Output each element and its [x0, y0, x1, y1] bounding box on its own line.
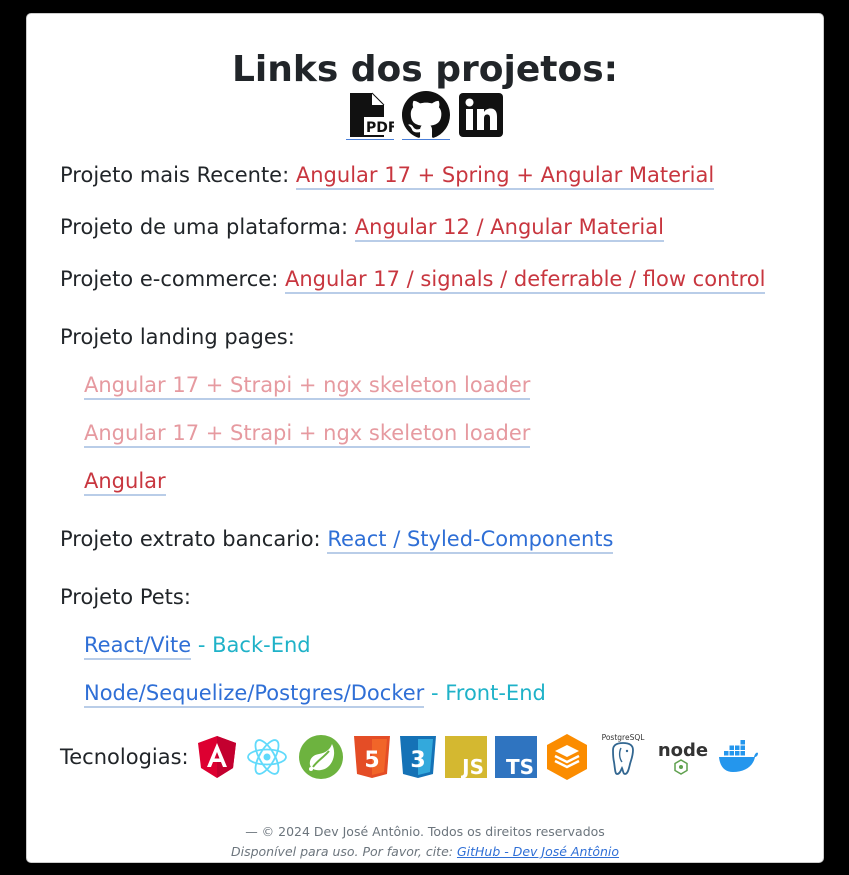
- angular-icon: [197, 735, 237, 779]
- row-pets-label: Projeto Pets:: [60, 582, 191, 612]
- pdf-file-icon: PDF: [346, 91, 394, 139]
- stack-icon: [545, 733, 589, 781]
- row-landing-label: Projeto landing pages:: [60, 322, 295, 352]
- row-extrato: Projeto extrato bancario: React / Styled…: [60, 524, 614, 554]
- html5-icon: 5: [353, 735, 391, 779]
- row-label: Projeto mais Recente:: [60, 163, 290, 187]
- pets-suffix: - Front-End: [430, 681, 546, 705]
- row-label: Projeto e-commerce:: [60, 267, 279, 291]
- row-pets-1: React/Vite - Back-End: [84, 630, 311, 660]
- technologies-row: Tecnologias: 5 3 JS TS PostgreSQL node: [60, 732, 767, 782]
- link-extrato-project[interactable]: React / Styled-Components: [327, 527, 614, 554]
- row-label: Projeto Pets:: [60, 585, 191, 609]
- row-label: Projeto extrato bancario:: [60, 527, 321, 551]
- css3-icon: 3: [399, 735, 437, 779]
- js-label: JS: [460, 755, 484, 778]
- spring-icon: [297, 733, 345, 781]
- row-label: Projeto de uma plataforma:: [60, 215, 349, 239]
- linkedin-icon: [458, 92, 504, 138]
- link-landing-2[interactable]: Angular 17 + Strapi + ngx skeleton loade…: [84, 421, 531, 448]
- row-landing-2: Angular 17 + Strapi + ngx skeleton loade…: [84, 418, 531, 448]
- link-landing-3[interactable]: Angular: [84, 469, 166, 496]
- postgresql-icon: PostgreSQL: [597, 732, 649, 782]
- postgres-label: PostgreSQL: [601, 733, 645, 742]
- link-ecommerce-project[interactable]: Angular 17 / signals / deferrable / flow…: [284, 267, 766, 294]
- page-title: Links dos projetos:: [231, 49, 619, 90]
- link-pets-backend[interactable]: Node/Sequelize/Postgres/Docker: [84, 681, 425, 708]
- row-label: Projeto landing pages:: [60, 325, 295, 349]
- row-platform: Projeto de uma plataforma: Angular 12 / …: [60, 212, 664, 242]
- github-icon: [402, 90, 450, 139]
- row-ecommerce: Projeto e-commerce: Angular 17 / signals…: [60, 264, 766, 294]
- js-icon: JS: [444, 736, 487, 778]
- footer: — © 2024 Dev José Antônio. Todos os dire…: [27, 822, 823, 862]
- copyright: — © 2024 Dev José Antônio. Todos os dire…: [245, 824, 605, 839]
- social-links: PDF: [27, 90, 823, 140]
- react-icon: [245, 735, 289, 779]
- row-recent: Projeto mais Recente: Angular 17 + Sprin…: [60, 160, 715, 190]
- html5-label: 5: [364, 748, 379, 773]
- ts-icon: TS: [494, 736, 537, 778]
- pdf-link[interactable]: PDF: [346, 91, 394, 140]
- row-pets-2: Node/Sequelize/Postgres/Docker - Front-E…: [84, 678, 546, 708]
- link-platform-project[interactable]: Angular 12 / Angular Material: [354, 215, 664, 242]
- row-landing-3: Angular: [84, 466, 166, 496]
- linkedin-link[interactable]: [458, 92, 504, 138]
- citation-prefix: Disponível para uso. Por favor, cite:: [230, 844, 453, 859]
- node-label: node: [657, 740, 707, 761]
- citation: Disponível para uso. Por favor, cite: Gi…: [27, 842, 823, 862]
- pets-suffix: - Back-End: [197, 633, 311, 657]
- github-citation-link[interactable]: GitHub - Dev José Antônio: [457, 844, 619, 859]
- link-recent-project[interactable]: Angular 17 + Spring + Angular Material: [295, 163, 715, 190]
- row-landing-1: Angular 17 + Strapi + ngx skeleton loade…: [84, 370, 531, 400]
- main-card: Links dos projetos: PDF Projeto mais Rec…: [26, 13, 824, 863]
- docker-icon: [717, 740, 759, 774]
- ts-label: TS: [506, 755, 534, 778]
- github-link[interactable]: [402, 90, 450, 140]
- nodejs-icon: node: [657, 735, 709, 779]
- link-landing-1[interactable]: Angular 17 + Strapi + ngx skeleton loade…: [84, 373, 531, 400]
- technologies-label: Tecnologias:: [60, 745, 189, 769]
- css3-label: 3: [410, 748, 425, 773]
- pdf-label: PDF: [366, 120, 394, 136]
- link-pets-frontend[interactable]: React/Vite: [84, 633, 192, 660]
